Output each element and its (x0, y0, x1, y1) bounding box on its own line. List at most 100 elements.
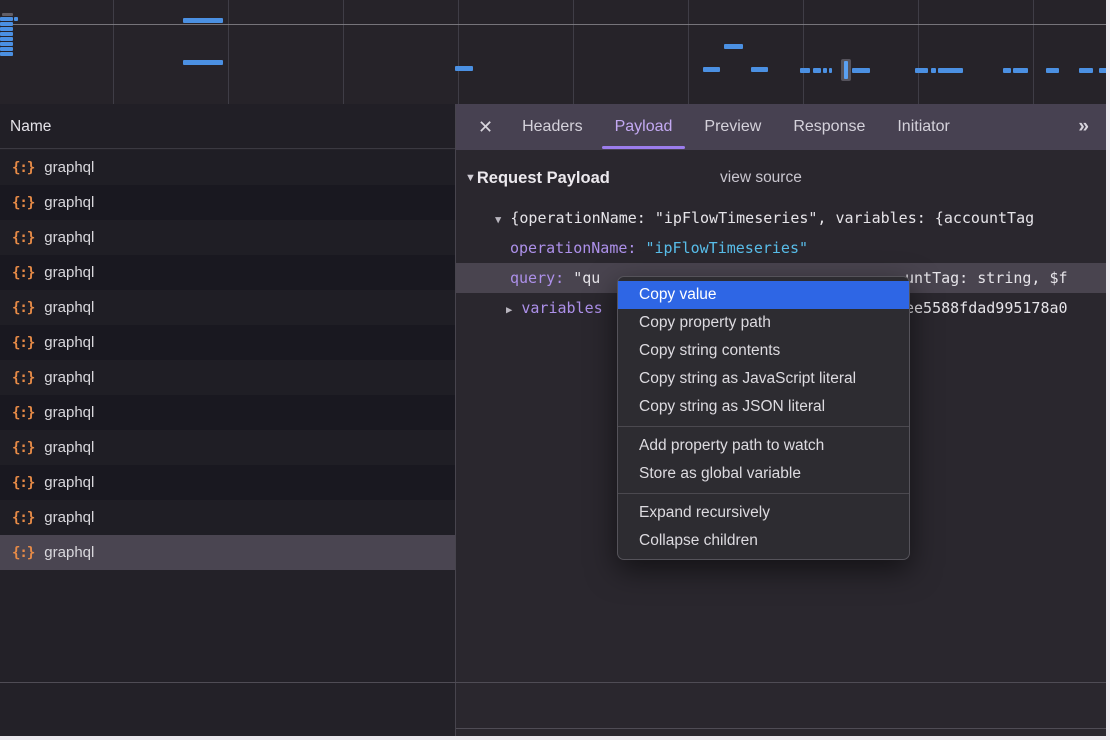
more-tabs-icon[interactable]: » (1078, 104, 1086, 150)
property-value-continuation: ee5588fdad995178a0 (905, 293, 1068, 323)
list-footer-divider (0, 682, 1106, 683)
network-overview-timeline[interactable] (0, 0, 1106, 105)
tab-preview[interactable]: Preview (688, 104, 777, 150)
request-row-graphql[interactable]: {:}graphql (0, 465, 455, 500)
timeline-request-bar (1013, 68, 1028, 73)
json-braces-icon: {:} (12, 265, 34, 281)
menu-item-store-as-global-variable[interactable]: Store as global variable (618, 460, 909, 488)
request-row-graphql[interactable]: {:}graphql (0, 325, 455, 360)
close-icon[interactable]: ✕ (478, 118, 493, 136)
tree-row-root-preview[interactable]: ▼ {operationName: "ipFlowTimeseries", va… (456, 203, 1106, 233)
property-key: variables (521, 299, 602, 317)
timeline-gridline (573, 0, 574, 104)
timeline-request-bar (0, 47, 13, 51)
menu-item-add-property-path-to-watch[interactable]: Add property path to watch (618, 432, 909, 460)
detail-tab-bar: ✕ HeadersPayloadPreviewResponseInitiator… (456, 104, 1106, 150)
timeline-gridline (688, 0, 689, 104)
request-name-label: graphql (44, 369, 94, 386)
json-braces-icon: {:} (12, 405, 34, 421)
tree-row-operation-name[interactable]: operationName: "ipFlowTimeseries" (456, 233, 1106, 263)
menu-item-copy-value[interactable]: Copy value (618, 281, 909, 309)
timeline-request-bar (938, 68, 963, 73)
timeline-request-bar (183, 18, 223, 23)
menu-item-copy-string-as-javascript-literal[interactable]: Copy string as JavaScript literal (618, 365, 909, 393)
request-row-graphql[interactable]: {:} graphql (0, 395, 455, 430)
timeline-request-bar (823, 68, 827, 73)
menu-item-expand-recursively[interactable]: Expand recursively (618, 499, 909, 527)
request-rows: {:} graphql {:} graphql {:} graphql {:} graphql… (0, 150, 455, 570)
timeline-request-bar (1099, 68, 1106, 73)
network-request-list: Name {:}graphql{:}graphql{:}graphql{:}gr… (0, 104, 456, 736)
timeline-request-bar (829, 68, 832, 73)
timeline-request-bar (0, 22, 13, 26)
timeline-gray-bar (2, 13, 13, 16)
context-menu: Copy valueCopy property pathCopy string … (617, 276, 910, 560)
request-name-label: graphql (44, 439, 94, 456)
timeline-request-bar (14, 17, 18, 21)
menu-item-collapse-children[interactable]: Collapse children (618, 527, 909, 555)
request-name-label: graphql (44, 159, 94, 176)
timeline-request-bar (0, 37, 13, 41)
timeline-request-bar (800, 68, 810, 73)
section-title: Request Payload (477, 169, 610, 188)
property-key: query: (510, 269, 564, 287)
request-name-label: graphql (44, 334, 94, 351)
json-braces-icon: {:} (12, 300, 34, 316)
request-name-label: graphql (44, 299, 94, 316)
request-row-graphql[interactable]: {:} graphql (0, 290, 455, 325)
tab-initiator[interactable]: Initiator (881, 104, 965, 150)
request-row-graphql[interactable]: {:}graphql (0, 430, 455, 465)
tab-headers[interactable]: Headers (506, 104, 598, 150)
request-row-graphql[interactable]: {:} graphql (0, 360, 455, 395)
column-header-name[interactable]: Name (0, 104, 455, 149)
timeline-request-bar (0, 27, 13, 31)
tab-payload[interactable]: Payload (599, 104, 689, 150)
timeline-request-bar (1079, 68, 1093, 73)
timeline-gridline (343, 0, 344, 104)
request-name-label: graphql (44, 509, 94, 526)
timeline-request-bar (0, 32, 13, 36)
json-braces-icon: {:} (12, 370, 34, 386)
object-preview-text: {operationName: "ipFlowTimeseries", vari… (510, 209, 1034, 227)
panel-footer-divider (456, 728, 1106, 729)
tab-response[interactable]: Response (777, 104, 881, 150)
selected-request-marker-bar (844, 61, 848, 79)
request-row-graphql[interactable]: {:} graphql (0, 255, 455, 290)
menu-item-copy-property-path[interactable]: Copy property path (618, 309, 909, 337)
menu-divider (618, 493, 909, 494)
menu-item-copy-string-contents[interactable]: Copy string contents (618, 337, 909, 365)
timeline-gridline (918, 0, 919, 104)
view-source-link[interactable]: view source (720, 169, 802, 187)
timeline-gridline (113, 0, 114, 104)
request-row-graphql[interactable]: {:} graphql (0, 185, 455, 220)
property-value-continuation: untTag: string, $f (905, 263, 1068, 293)
request-row-graphql[interactable]: {:}graphql (0, 220, 455, 255)
timeline-request-bar (915, 68, 928, 73)
timeline-request-bar (751, 67, 768, 72)
request-row-graphql[interactable]: {:} graphql (0, 150, 455, 185)
timeline-request-bar (703, 67, 720, 72)
json-braces-icon: {:} (12, 510, 34, 526)
request-name-label: graphql (44, 544, 94, 561)
property-key: operationName: (510, 239, 636, 257)
expander-icon[interactable]: ▼ (495, 214, 501, 226)
request-row-graphql-selected[interactable]: {:}graphql (0, 535, 455, 570)
request-payload-section-header[interactable]: ▼ Request Payload view source (465, 166, 1106, 190)
json-braces-icon: {:} (12, 160, 34, 176)
expander-icon[interactable]: ▶ (506, 304, 512, 316)
timeline-gridline-horizontal (0, 24, 1106, 25)
timeline-request-bar (183, 60, 223, 65)
timeline-request-bar (1046, 68, 1059, 73)
timeline-request-bar (0, 52, 13, 56)
json-braces-icon: {:} (12, 195, 34, 211)
request-name-label: graphql (44, 229, 94, 246)
timeline-request-bar (0, 17, 13, 21)
request-name-label: graphql (44, 404, 94, 421)
request-name-label: graphql (44, 264, 94, 281)
request-name-label: graphql (44, 194, 94, 211)
section-collapse-icon[interactable]: ▼ (465, 172, 476, 184)
request-row-graphql[interactable]: {:} graphql (0, 500, 455, 535)
menu-item-copy-string-as-json-literal[interactable]: Copy string as JSON literal (618, 393, 909, 421)
timeline-request-bar (724, 44, 743, 49)
timeline-request-bar (931, 68, 936, 73)
